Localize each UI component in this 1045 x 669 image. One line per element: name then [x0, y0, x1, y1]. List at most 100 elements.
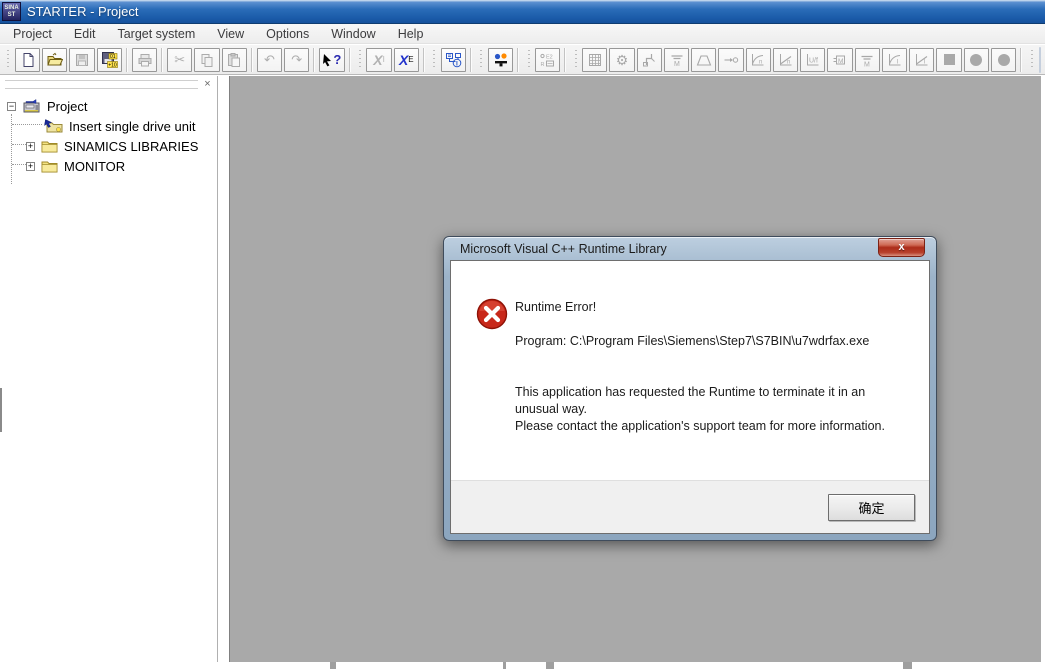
tree-row-sinamics-libraries[interactable]: + SINAMICS LIBRARIES: [26, 136, 198, 156]
menu-edit[interactable]: Edit: [63, 25, 107, 43]
setpoint-injection-button: [718, 48, 743, 72]
motor-box-button: M: [827, 48, 852, 72]
toolbar-separator: [313, 48, 315, 72]
restore-factory-settings-icon: E2 R: [539, 52, 556, 68]
re2-top-label: E2: [546, 54, 553, 60]
toolbar-separator: [349, 48, 351, 72]
help-arrow-icon: [322, 53, 332, 67]
motor-m-label: M: [674, 61, 680, 68]
circle-indicator-1-button: [964, 48, 989, 72]
current-curve-2-icon: I: [914, 52, 930, 68]
toolbar-gripper[interactable]: [574, 50, 577, 70]
menu-options[interactable]: Options: [255, 25, 320, 43]
toolbar-gripper[interactable]: [480, 50, 483, 70]
project-tree-panel: × − Project: [2, 76, 218, 662]
tree-label-sinamics-libraries[interactable]: SINAMICS LIBRARIES: [64, 139, 198, 154]
toolbar-gripper[interactable]: [527, 50, 530, 70]
window-titlebar[interactable]: SINA ST STARTER - Project: [0, 0, 1045, 24]
tree-label-monitor[interactable]: MONITOR: [64, 159, 125, 174]
tree-row-project[interactable]: − Project: [7, 96, 87, 116]
tree-label-insert-drive[interactable]: Insert single drive unit: [69, 119, 195, 134]
expand-expander[interactable]: +: [26, 142, 35, 151]
project-icon: [22, 98, 42, 114]
panel-drag-gripper[interactable]: [5, 80, 198, 89]
menu-window[interactable]: Window: [320, 25, 386, 43]
toolbar-gripper[interactable]: [7, 50, 10, 70]
insert-drive-icon: [44, 118, 64, 134]
xe-sub-label: E: [408, 55, 413, 64]
connect-target-icon: [493, 52, 509, 68]
tree-label-project[interactable]: Project: [47, 99, 87, 114]
open-folder-icon: [46, 52, 63, 68]
error-heading: Runtime Error!: [515, 299, 596, 316]
motor-module-button: M: [664, 48, 689, 72]
undo-icon: ↶: [264, 53, 275, 66]
toolbar-separator: [470, 48, 472, 72]
splitter-tick: [503, 662, 506, 669]
redo-icon: ↷: [291, 53, 302, 66]
ramp-generator-icon: [696, 52, 712, 68]
error-icon: [476, 298, 508, 330]
connect-target-system-button[interactable]: [488, 48, 513, 72]
menu-help[interactable]: Help: [387, 25, 435, 43]
ok-button[interactable]: 确定: [828, 494, 915, 521]
tree-row-insert-drive[interactable]: Insert single drive unit: [44, 116, 195, 136]
circle-indicator-2-button: [991, 48, 1016, 72]
help-question-icon: ?: [333, 52, 341, 67]
dialog-title: Microsoft Visual C++ Runtime Library: [460, 242, 667, 256]
cut-icon: ✂: [174, 53, 185, 66]
xi-sub-label: I: [383, 55, 385, 64]
speed-curve-1-button: n: [746, 48, 771, 72]
menu-view[interactable]: View: [206, 25, 255, 43]
uf-label: U/f: [809, 57, 818, 64]
panel-close-button[interactable]: ×: [201, 78, 214, 90]
error-message-line-1: This application has requested the Runti…: [515, 384, 907, 418]
toolbar-separator: [1020, 48, 1022, 72]
current-curve-1-icon: I: [887, 52, 903, 68]
menu-target-system[interactable]: Target system: [106, 25, 206, 43]
accessible-nodes-button[interactable]: I: [441, 48, 466, 72]
toolbar-gripper[interactable]: [433, 50, 436, 70]
splitter-tick: [330, 662, 336, 669]
save-compile-01-label: 01: [110, 54, 116, 60]
expand-expander[interactable]: +: [26, 162, 35, 171]
speed-curve-1-icon: n: [750, 52, 766, 68]
cut-button: ✂: [167, 48, 192, 72]
toolbar-gripper[interactable]: [1030, 50, 1033, 70]
tree-connector: [12, 124, 42, 125]
paste-icon: [226, 52, 242, 68]
motor-module-2-icon: M: [859, 52, 875, 68]
toolbar-empty-dock-area: [1039, 47, 1041, 73]
save-compile-button[interactable]: 01 +10: [97, 48, 122, 72]
valve-button: [637, 48, 662, 72]
accessible-nodes-icon: I: [445, 52, 462, 68]
tree-panel-header[interactable]: ×: [5, 78, 214, 90]
save-compile-10-label: +10: [108, 62, 117, 68]
collapse-expander[interactable]: −: [7, 102, 16, 111]
app-icon-text-2: ST: [3, 12, 20, 19]
new-document-button[interactable]: [15, 48, 40, 72]
tree-row-monitor[interactable]: + MONITOR: [26, 156, 125, 176]
folder-icon: [40, 139, 59, 154]
redo-button: ↷: [284, 48, 309, 72]
speed-curve-2-button: n: [773, 48, 798, 72]
dialog-titlebar[interactable]: Microsoft Visual C++ Runtime Library x: [444, 237, 936, 260]
toolbar-gripper[interactable]: [359, 50, 362, 70]
motor-m2-label: M: [864, 61, 870, 68]
close-icon: x: [898, 241, 904, 253]
print-icon: [137, 52, 153, 68]
bico-matrix-button: [582, 48, 607, 72]
error-message-line-2: Please contact the application's support…: [515, 418, 907, 435]
current-curve-2-button: I: [909, 48, 934, 72]
print-button: [132, 48, 157, 72]
dialog-close-button[interactable]: x: [878, 238, 925, 257]
insert-external-setpoint-button[interactable]: XE: [394, 48, 419, 72]
undo-button: ↶: [257, 48, 282, 72]
speed-n-label: n: [759, 59, 762, 65]
open-project-button[interactable]: [42, 48, 67, 72]
toolbar-separator: [161, 48, 163, 72]
circle-indicator-icon: [970, 54, 982, 66]
dialog-content: Runtime Error! Program: C:\Program Files…: [451, 261, 929, 480]
menu-project[interactable]: Project: [2, 25, 63, 43]
context-help-button[interactable]: ?: [319, 48, 344, 72]
